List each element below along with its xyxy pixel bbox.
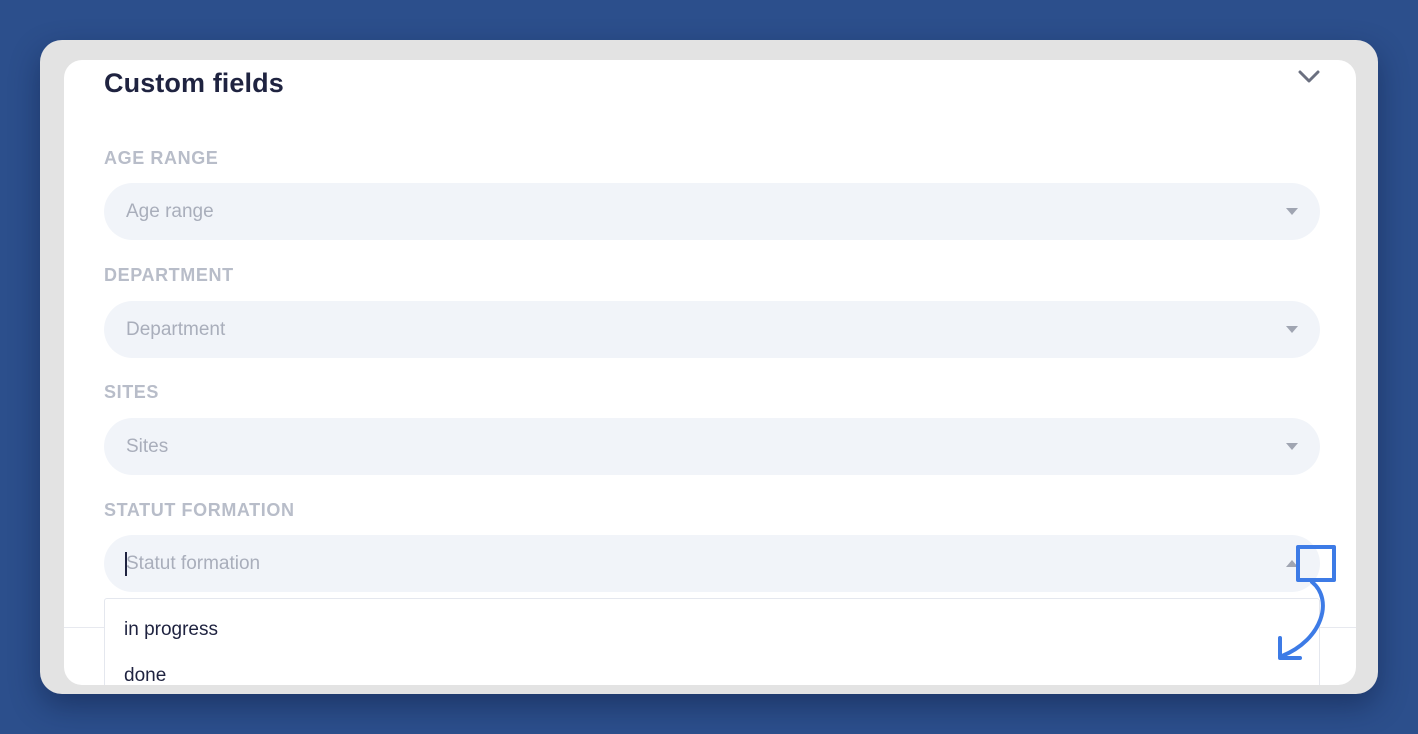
age-range-label: AGE RANGE xyxy=(104,148,219,168)
option-done[interactable]: done xyxy=(124,665,166,685)
department-label: DEPARTMENT xyxy=(104,265,234,285)
statut-formation-select[interactable]: Statut formation xyxy=(104,535,1320,592)
statut-formation-placeholder: Statut formation xyxy=(126,552,261,574)
curved-arrow-icon xyxy=(1278,580,1325,660)
statut-formation-label: STATUT FORMATION xyxy=(104,500,295,520)
caret-down-icon xyxy=(1286,442,1298,450)
option-in-progress[interactable]: in progress xyxy=(124,619,218,641)
collapse-button[interactable] xyxy=(1296,66,1322,88)
caret-down-icon xyxy=(1286,325,1298,333)
age-range-placeholder: Age range xyxy=(126,200,214,222)
department-select[interactable]: Department xyxy=(104,301,1320,358)
department-placeholder: Department xyxy=(126,318,226,340)
section-title: Custom fields xyxy=(104,68,284,98)
caret-down-icon xyxy=(1286,207,1298,215)
modal-frame: Custom fields AGE RANGE Age range DEPART… xyxy=(40,40,1378,694)
sites-placeholder: Sites xyxy=(126,435,169,457)
sites-label: SITES xyxy=(104,382,160,402)
chevron-down-icon xyxy=(1298,70,1320,83)
custom-fields-panel: Custom fields AGE RANGE Age range DEPART… xyxy=(64,60,1356,685)
sites-select[interactable]: Sites xyxy=(104,418,1320,475)
statut-formation-dropdown: in progress done xyxy=(104,598,1320,685)
age-range-select[interactable]: Age range xyxy=(104,183,1320,240)
